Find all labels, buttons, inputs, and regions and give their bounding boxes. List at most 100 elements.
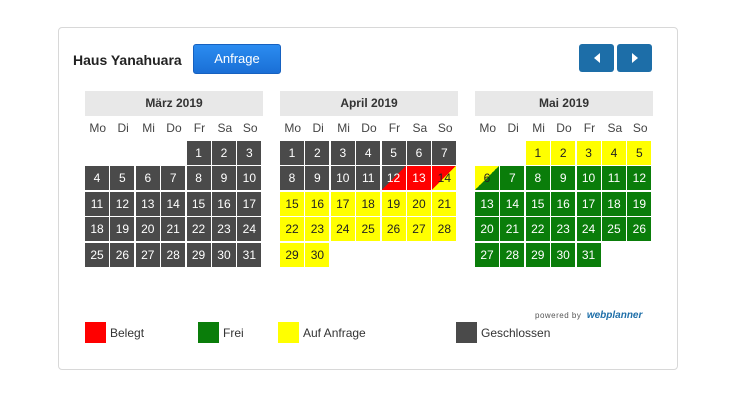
day-cell[interactable]: 2 — [305, 141, 330, 165]
day-cell[interactable]: 26 — [110, 242, 135, 267]
day-cell[interactable]: 28 — [500, 242, 525, 267]
day-cell[interactable]: 1 — [525, 141, 550, 165]
day-cell[interactable]: 15 — [280, 191, 304, 216]
day-cell[interactable]: 28 — [432, 217, 457, 242]
day-cell[interactable]: 24 — [576, 217, 601, 242]
day-cell[interactable]: 7 — [432, 141, 457, 165]
day-cell[interactable]: 10 — [237, 166, 262, 191]
day-cell[interactable]: 5 — [110, 166, 135, 191]
day-cell[interactable]: 21 — [161, 217, 186, 242]
day-cell[interactable]: 3 — [576, 141, 601, 165]
day-cell[interactable]: 21 — [432, 191, 457, 216]
day-cell[interactable]: 12 — [110, 191, 135, 216]
day-cell[interactable]: 29 — [525, 242, 550, 267]
day-cell[interactable]: 7 — [161, 166, 186, 191]
day-cell[interactable]: 5 — [627, 141, 652, 165]
day-cell[interactable]: 3 — [330, 141, 355, 165]
day-cell[interactable]: 12 — [627, 166, 652, 191]
weekday-header: Mo Di Mi Do Fr Sa So — [280, 116, 458, 141]
day-cell[interactable]: 20 — [135, 217, 160, 242]
day-cell[interactable]: 19 — [627, 191, 652, 216]
day-cell[interactable]: 29 — [280, 242, 304, 267]
day-cell[interactable]: 6 — [475, 166, 499, 191]
day-cell[interactable]: 15 — [525, 191, 550, 216]
day-cell[interactable]: 19 — [110, 217, 135, 242]
day-cell[interactable]: 22 — [525, 217, 550, 242]
day-cell[interactable]: 31 — [237, 242, 262, 267]
next-month-button[interactable] — [617, 44, 652, 72]
day-cell[interactable]: 24 — [330, 217, 355, 242]
day-cell[interactable]: 25 — [356, 217, 381, 242]
legend-on-request: Auf Anfrage — [278, 322, 366, 343]
day-cell[interactable]: 14 — [161, 191, 186, 216]
day-cell[interactable]: 7 — [500, 166, 525, 191]
day-cell[interactable]: 15 — [186, 191, 211, 216]
day-cell[interactable]: 11 — [601, 166, 626, 191]
day-cell[interactable]: 8 — [280, 166, 304, 191]
day-cell[interactable]: 25 — [85, 242, 109, 267]
day-cell[interactable]: 18 — [85, 217, 109, 242]
day-cell[interactable]: 24 — [237, 217, 262, 242]
day-cell[interactable]: 23 — [551, 217, 576, 242]
day-cell[interactable]: 3 — [237, 141, 262, 165]
day-cell[interactable]: 1 — [280, 141, 304, 165]
day-cell[interactable]: 10 — [330, 166, 355, 191]
day-cell[interactable]: 12 — [381, 166, 406, 191]
day-cell[interactable]: 13 — [406, 166, 431, 191]
day-cell[interactable]: 27 — [475, 242, 499, 267]
day-cell[interactable]: 8 — [525, 166, 550, 191]
day-cell[interactable]: 6 — [406, 141, 431, 165]
day-cell[interactable]: 1 — [186, 141, 211, 165]
day-cell[interactable]: 2 — [551, 141, 576, 165]
day-cell[interactable]: 26 — [627, 217, 652, 242]
day-cell[interactable]: 16 — [211, 191, 236, 216]
day-cell[interactable]: 20 — [475, 217, 499, 242]
day-cell[interactable]: 28 — [161, 242, 186, 267]
day-cell[interactable]: 16 — [551, 191, 576, 216]
day-cell[interactable]: 2 — [211, 141, 236, 165]
day-cell[interactable]: 23 — [211, 217, 236, 242]
day-cell[interactable]: 30 — [551, 242, 576, 267]
day-cell[interactable]: 26 — [381, 217, 406, 242]
day-cell[interactable]: 27 — [135, 242, 160, 267]
day-cell[interactable]: 18 — [601, 191, 626, 216]
day-cell[interactable]: 23 — [305, 217, 330, 242]
day-cell[interactable]: 17 — [237, 191, 262, 216]
day-cell[interactable]: 9 — [305, 166, 330, 191]
day-cell[interactable]: 8 — [186, 166, 211, 191]
day-cell[interactable]: 30 — [305, 242, 330, 267]
day-cell[interactable]: 14 — [432, 166, 457, 191]
day-cell[interactable]: 16 — [305, 191, 330, 216]
day-cell[interactable]: 13 — [475, 191, 499, 216]
day-cell[interactable]: 30 — [211, 242, 236, 267]
day-cell[interactable]: 11 — [356, 166, 381, 191]
webplanner-logo[interactable]: webplanner — [587, 310, 643, 321]
day-cell[interactable]: 21 — [500, 217, 525, 242]
day-cell[interactable]: 20 — [406, 191, 431, 216]
day-cell[interactable]: 5 — [381, 141, 406, 165]
day-cell[interactable]: 29 — [186, 242, 211, 267]
request-button[interactable]: Anfrage — [193, 44, 281, 74]
day-cell[interactable]: 31 — [576, 242, 601, 267]
brand-part-planner: planner — [606, 310, 643, 321]
day-cell[interactable]: 27 — [406, 217, 431, 242]
day-cell[interactable]: 17 — [576, 191, 601, 216]
day-cell[interactable]: 18 — [356, 191, 381, 216]
day-cell[interactable]: 9 — [551, 166, 576, 191]
day-cell[interactable]: 13 — [135, 191, 160, 216]
day-cell[interactable]: 9 — [211, 166, 236, 191]
day-cell[interactable]: 17 — [330, 191, 355, 216]
day-cell[interactable]: 10 — [576, 166, 601, 191]
day-cell[interactable]: 4 — [356, 141, 381, 165]
day-cell[interactable]: 25 — [601, 217, 626, 242]
day-cell[interactable]: 22 — [280, 217, 304, 242]
day-grid: 1 2 3 4 5 6 7 8 9 10 11 12 13 14 15 16 17 18 19 20 21 22 23 24 2… — [280, 141, 458, 267]
day-cell[interactable]: 14 — [500, 191, 525, 216]
day-cell[interactable]: 22 — [186, 217, 211, 242]
day-cell[interactable]: 4 — [601, 141, 626, 165]
day-cell[interactable]: 11 — [85, 191, 109, 216]
day-cell[interactable]: 4 — [85, 166, 109, 191]
previous-month-button[interactable] — [579, 44, 614, 72]
day-cell[interactable]: 6 — [135, 166, 160, 191]
day-cell[interactable]: 19 — [381, 191, 406, 216]
